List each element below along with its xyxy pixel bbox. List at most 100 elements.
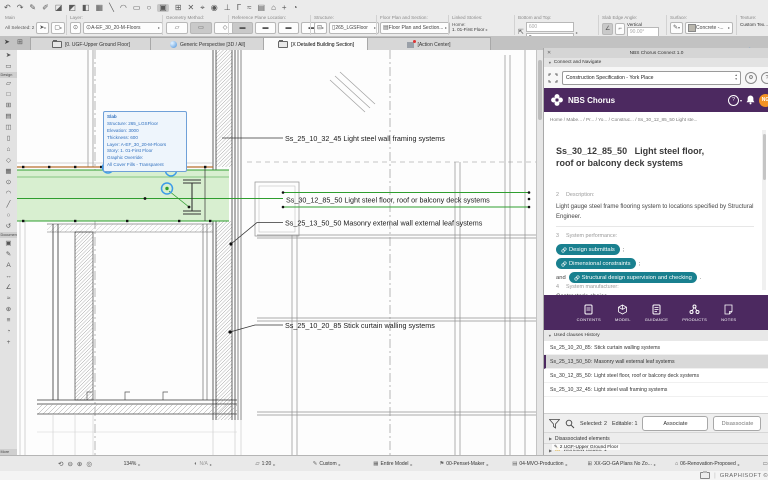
window-tool[interactable]: ⊞ [6, 100, 11, 111]
grid-tool-icon[interactable]: ▦ [96, 4, 104, 12]
circle-tool-icon[interactable]: ○ [146, 4, 151, 12]
line-tool[interactable]: ∠ [6, 282, 12, 293]
account-menu[interactable]: NG ▾ [759, 94, 768, 107]
breadcrumb[interactable]: Home / Mabe... / Pr... / Yo... / Constru… [544, 112, 768, 127]
clause-link-pill[interactable]: Dimensional constraints [556, 258, 636, 269]
tab-action-center[interactable]: [Action Center] [367, 37, 491, 51]
roof-tool-icon[interactable]: ◧ [82, 4, 90, 12]
model-view-options-control[interactable]: ▤04-MVO-Production▸ [503, 461, 577, 467]
clause-list-item[interactable]: Ss_25_10_32_45:Light steel wall framing … [544, 383, 768, 397]
clause-list-item[interactable]: Ss_25_10_20_85:Stick curtain walling sys… [544, 341, 768, 355]
rect-tool-icon[interactable]: ▭ [133, 4, 141, 12]
bottom-top-expand[interactable]: ▸ [576, 30, 578, 35]
perpendicular-icon[interactable]: ⊥ [224, 4, 231, 12]
edge-custom-button[interactable]: ⌐ [615, 23, 625, 35]
home-story-icon[interactable]: ⌂ [271, 4, 276, 12]
roof-tool[interactable]: ⌂ [7, 144, 11, 155]
scale-control[interactable]: ▱1:20▸ [238, 461, 292, 467]
zoom-level-control[interactable]: 134%▸ [96, 461, 168, 467]
dimension-style-control[interactable]: ▭01-Dims-Millimeter▸ [752, 461, 768, 467]
undo-icon[interactable]: ↶ [4, 4, 11, 12]
linked-story-combo[interactable]: 1. 01-First Floor ▸ [452, 27, 488, 32]
label-stick-curtain[interactable]: Ss_25_10_20_85 Stick curtain walling sys… [285, 321, 435, 330]
redo-icon[interactable]: ↷ [17, 4, 24, 12]
label-deck-selected[interactable]: Ss_30_12_85_50 Light steel floor, roof o… [286, 196, 490, 205]
figure-tool[interactable]: ⊕ [6, 304, 11, 315]
section-drawing-canvas[interactable]: Ss_25_10_32_45 Light steel wall framing … [17, 50, 536, 455]
marquee-tool[interactable]: ▭ [5, 61, 11, 72]
layer-combination-control[interactable]: ⊞XX-GO-GA Plans No Zo...▸ [581, 461, 663, 467]
help-icon[interactable]: ? [761, 72, 768, 84]
column-tool[interactable]: ◫ [5, 122, 11, 133]
arc-tool-icon[interactable]: ◠ [120, 4, 127, 12]
spec-dropdown[interactable]: Construction Specification - York Place … [562, 71, 741, 85]
scan-corners-icon[interactable] [548, 73, 558, 83]
marquee-mode-button[interactable]: ▢▸ [51, 22, 65, 34]
tab-floor-plan[interactable]: [0. UGF-Upper Ground Floor] [30, 37, 152, 51]
label-wall-framing[interactable]: Ss_25_10_32_45 Light steel wall framing … [285, 134, 445, 143]
filter-funnel-icon[interactable] [549, 419, 560, 429]
refplane-core-top-button[interactable]: ▬ [255, 22, 276, 34]
label-masonry-leaf[interactable]: Ss_25_13_50_50 Masonry external wall ext… [285, 219, 483, 228]
text-tool[interactable]: ✎ [6, 249, 11, 260]
structure-combo[interactable]: ▯265_LGSFloor▸ [329, 22, 379, 34]
geometry-rect-button[interactable]: ▭ [190, 22, 212, 34]
notifications-bell-icon[interactable] [746, 95, 755, 105]
nav-notes[interactable]: NOTES [721, 304, 736, 322]
help-menu[interactable]: ?▾ [728, 95, 742, 106]
pickup-parameters-icon[interactable]: ✎ [29, 4, 36, 12]
clause-link-pill[interactable]: Design submittals [556, 244, 620, 255]
zoom-in-icon[interactable]: ⊕ [77, 460, 82, 468]
renovation-filter-control[interactable]: ⌂06-Renovation-Proposed▸ [666, 461, 748, 467]
panel-scrollbar[interactable] [762, 130, 766, 290]
section-drawing[interactable]: Ss_25_10_32_45 Light steel wall framing … [17, 50, 536, 455]
angle-icon[interactable]: Γ [237, 4, 241, 12]
curtain-wall-tool[interactable]: ○ [7, 210, 11, 221]
surface-pen-button[interactable]: ✎▾ [670, 22, 683, 34]
orientation-control[interactable]: ◐N/A▸ [172, 461, 234, 467]
settings-gear-icon[interactable]: ⚙ [745, 72, 757, 84]
tab-overview-icon[interactable]: ⊞ [17, 38, 23, 46]
texture-value[interactable]: Custom Tex... [740, 22, 768, 27]
section-tool[interactable]: ≡ [7, 315, 11, 326]
shell-tool[interactable]: ◇ [6, 155, 11, 166]
clause-link-pill[interactable]: Structural design supervision and checki… [569, 272, 697, 283]
arrow-mode-button[interactable]: ➤▸ [36, 22, 49, 34]
structure-type-button[interactable]: ⊟▸ [314, 22, 327, 34]
tab-building-section[interactable]: [X Detailed Building Section] [263, 37, 369, 51]
active-geometry-icon[interactable]: ▣ [157, 4, 169, 12]
camera-tool[interactable]: ◔ [7, 326, 11, 337]
structure-display-control[interactable]: ▦Entire Model▸ [361, 461, 425, 467]
fit-view-icon[interactable]: ⟲ [58, 460, 63, 468]
refplane-top-button[interactable]: ▬ [232, 22, 253, 34]
slab-tool-icon[interactable]: ◪ [55, 4, 63, 12]
spline-icon[interactable]: ≈ [247, 4, 251, 12]
hatch-icon[interactable]: ▤ [258, 4, 266, 12]
zone-tool[interactable]: ↺ [6, 221, 11, 232]
nav-model[interactable]: MODEL [615, 304, 631, 322]
door-tool[interactable]: □ [7, 89, 11, 100]
zoom-out-icon[interactable]: ⊖ [67, 460, 72, 468]
refplane-core-bottom-button[interactable]: ▬ [278, 22, 299, 34]
zoom-select-icon[interactable]: ◎ [86, 460, 92, 468]
layer-lock-button[interactable]: ⊙ [70, 22, 81, 34]
mesh-tool[interactable]: ▦ [5, 166, 11, 177]
select-tool[interactable]: ➤ [6, 50, 11, 61]
slab-edge-angle-field[interactable]: 90.00° [627, 27, 659, 37]
nav-contents[interactable]: CONTENTS [577, 304, 601, 322]
printer-icon[interactable] [700, 472, 710, 479]
label-tool[interactable]: A [6, 260, 10, 271]
line-tool-icon[interactable]: ╲ [109, 4, 114, 12]
surface-combo[interactable]: Concrete -...▸ [685, 22, 733, 34]
close-icon[interactable]: ✕ [547, 50, 551, 56]
add-icon[interactable]: + [282, 4, 287, 12]
fill-tool[interactable]: ↔ [5, 271, 12, 282]
clause-list-item-selected[interactable]: Ss_25_13_50_50:Masonry wall external lea… [544, 355, 768, 369]
beam-tool[interactable]: ▯ [7, 133, 11, 144]
penset-control[interactable]: ⚑00-Penset-Maker▸ [429, 461, 499, 467]
snap-icon[interactable]: ◉ [211, 4, 218, 12]
dimension-tool[interactable]: ▣ [5, 238, 11, 249]
stair-tool[interactable]: ◠ [6, 188, 12, 199]
rotate-icon[interactable]: ◔ [293, 4, 298, 12]
top-offset-field[interactable]: 600 [526, 22, 574, 32]
